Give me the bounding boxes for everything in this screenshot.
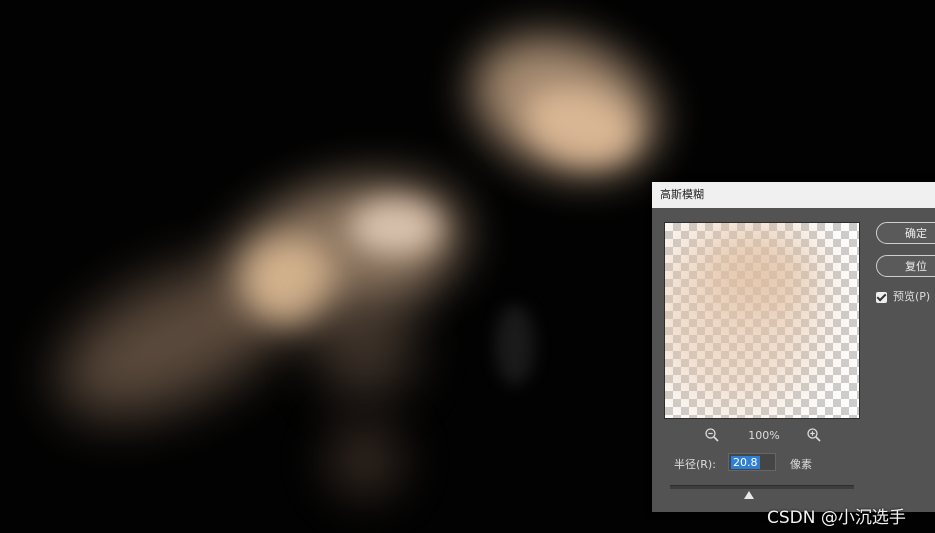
radius-slider-track[interactable] <box>670 485 854 489</box>
slider-thumb-icon[interactable] <box>744 491 754 499</box>
gaussian-blur-dialog: 高斯模糊 100% 半径(R): 20.8 像素 确定 复位 预览(P) <box>652 182 935 512</box>
radius-value: 20.8 <box>731 456 760 469</box>
radius-unit: 像素 <box>790 458 812 471</box>
zoom-level: 100% <box>748 429 780 442</box>
preview-checkbox-row[interactable]: 预览(P) <box>876 288 930 304</box>
checkmark-icon[interactable] <box>876 291 887 303</box>
blurred-image-shape <box>325 420 405 500</box>
blurred-image-shape <box>315 290 415 400</box>
preview-checkbox-label: 预览(P) <box>893 290 931 303</box>
radius-label: 半径(R): <box>674 458 716 471</box>
reset-button[interactable]: 复位 <box>876 255 935 277</box>
filter-preview[interactable] <box>664 222 860 419</box>
watermark: CSDN @小沉选手 <box>767 508 906 528</box>
preview-tint <box>705 233 815 313</box>
radius-input[interactable]: 20.8 <box>728 453 776 471</box>
blurred-image-shape <box>495 305 535 385</box>
blurred-image-shape <box>350 200 440 255</box>
blurred-image-shape <box>245 240 335 320</box>
ok-button[interactable]: 确定 <box>876 222 935 244</box>
zoom-out-icon[interactable] <box>704 427 720 443</box>
zoom-in-icon[interactable] <box>806 427 822 443</box>
zoom-controls: 100% <box>664 426 860 446</box>
dialog-title[interactable]: 高斯模糊 <box>652 182 935 208</box>
